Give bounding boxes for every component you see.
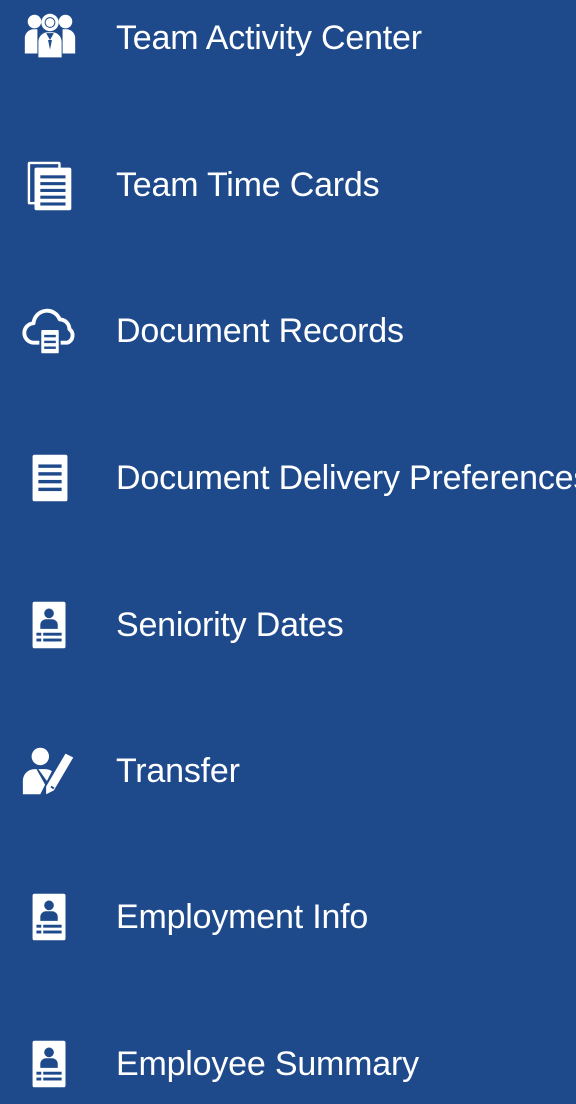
menu-item-team-activity-center[interactable]: Team Activity Center [0,0,576,78]
menu-item-employment-info[interactable]: Employment Info [0,877,576,957]
menu-item-label: Team Activity Center [116,19,422,57]
side-menu: Team Activity Center Team Time Cards Doc… [0,0,576,1088]
menu-item-label: Transfer [116,752,240,790]
team-icon [18,6,82,70]
menu-item-label: Seniority Dates [116,606,344,644]
menu-item-label: Team Time Cards [116,166,380,204]
badge-icon [18,1032,82,1096]
badge-icon [18,593,82,657]
document-icon [18,446,82,510]
menu-item-team-time-cards[interactable]: Team Time Cards [0,145,576,225]
person-edit-icon [18,739,82,803]
cloud-document-icon [18,299,82,363]
menu-item-label: Document Delivery Preferences [116,459,576,497]
menu-item-employee-summary[interactable]: Employee Summary [0,1024,576,1104]
menu-item-document-records[interactable]: Document Records [0,291,576,371]
menu-item-label: Employment Info [116,898,369,936]
time-cards-icon [18,153,82,217]
menu-item-document-delivery-preferences[interactable]: Document Delivery Preferences [0,438,576,518]
menu-item-label: Employee Summary [116,1045,419,1083]
badge-icon [18,885,82,949]
menu-item-transfer[interactable]: Transfer [0,731,576,811]
menu-item-seniority-dates[interactable]: Seniority Dates [0,585,576,665]
menu-item-label: Document Records [116,312,404,350]
